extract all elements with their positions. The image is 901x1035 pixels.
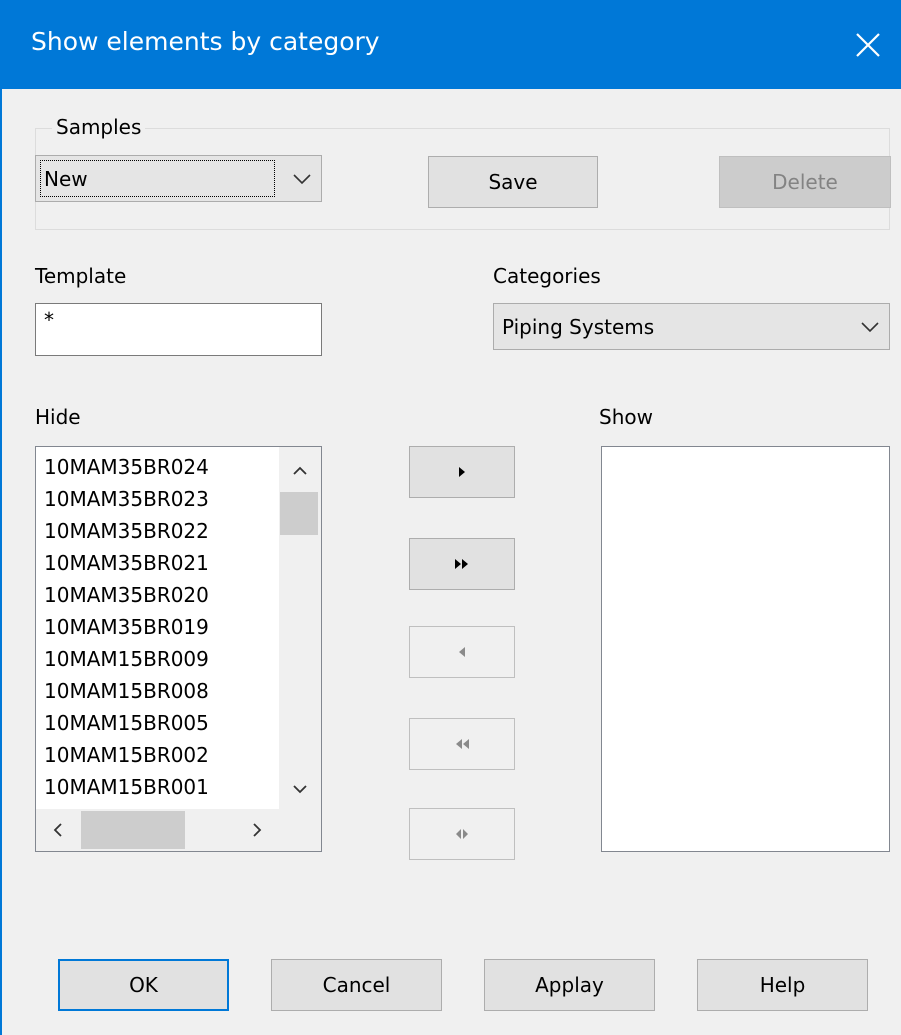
dialog-window: Show elements by category Samples New Sa… xyxy=(0,0,901,1035)
vertical-scrollbar[interactable] xyxy=(279,447,321,809)
list-item[interactable]: 10MAM35BR020 xyxy=(44,583,209,607)
swap-icon xyxy=(456,829,468,839)
list-item[interactable]: 10MAM15BR002 xyxy=(44,743,209,767)
categories-dropdown[interactable]: Piping Systems xyxy=(493,303,890,350)
close-icon xyxy=(856,32,880,57)
arrow-right-icon xyxy=(459,467,465,477)
show-label: Show xyxy=(599,405,653,429)
move-all-left-button[interactable] xyxy=(409,718,515,770)
template-label: Template xyxy=(35,264,127,288)
scroll-right-icon[interactable] xyxy=(249,822,265,838)
show-listbox[interactable] xyxy=(601,446,890,852)
help-button[interactable]: Help xyxy=(697,959,868,1011)
list-item[interactable]: 10MAM35BR024 xyxy=(44,455,209,479)
list-item[interactable]: 10MAM15BR008 xyxy=(44,679,209,703)
list-item[interactable]: 10MAM35BR021 xyxy=(44,551,209,575)
chevron-down-icon xyxy=(293,173,311,184)
move-selected-right-button[interactable] xyxy=(409,446,515,498)
close-button[interactable] xyxy=(833,0,901,89)
list-item[interactable]: 10MAM35BR022 xyxy=(44,519,209,543)
title-bar[interactable]: Show elements by category xyxy=(2,0,901,89)
cancel-button[interactable]: Cancel xyxy=(271,959,442,1011)
save-button[interactable]: Save xyxy=(428,156,598,208)
horizontal-scrollbar[interactable] xyxy=(36,809,279,851)
list-item[interactable]: 10MAM15BR009 xyxy=(44,647,209,671)
list-item[interactable]: 10MAM35BR019 xyxy=(44,615,209,639)
scroll-left-icon[interactable] xyxy=(50,822,66,838)
list-item[interactable]: 10MAM15BR005 xyxy=(44,711,209,735)
template-input-value: * xyxy=(44,308,54,332)
scrollbar-corner xyxy=(279,809,321,851)
chevron-down-icon xyxy=(861,321,879,332)
move-selected-left-button[interactable] xyxy=(409,626,515,678)
arrow-left-icon xyxy=(459,647,465,657)
vertical-scroll-thumb[interactable] xyxy=(280,492,318,535)
hide-listbox[interactable]: 10MAM35BR024 10MAM35BR023 10MAM35BR022 1… xyxy=(35,446,322,852)
window-title: Show elements by category xyxy=(31,27,380,56)
scroll-up-icon[interactable] xyxy=(292,463,308,479)
ok-button[interactable]: OK xyxy=(58,959,229,1011)
scroll-down-icon[interactable] xyxy=(292,781,308,797)
samples-dropdown[interactable]: New xyxy=(35,155,322,202)
hide-label: Hide xyxy=(35,405,81,429)
samples-group-label: Samples xyxy=(52,115,146,139)
move-all-right-button[interactable] xyxy=(409,538,515,590)
apply-button[interactable]: Applay xyxy=(484,959,655,1011)
list-item[interactable]: 10MAM15BR001 xyxy=(44,775,209,799)
delete-button[interactable]: Delete xyxy=(719,156,891,208)
swap-button[interactable] xyxy=(409,808,515,860)
list-item[interactable]: 10MAM35BR023 xyxy=(44,487,209,511)
categories-label: Categories xyxy=(493,264,601,288)
horizontal-scroll-thumb[interactable] xyxy=(81,811,185,849)
double-arrow-left-icon xyxy=(456,739,469,749)
template-input[interactable]: * xyxy=(35,303,322,356)
samples-selected-value: New xyxy=(44,166,88,191)
double-arrow-right-icon xyxy=(455,559,468,569)
categories-selected-value: Piping Systems xyxy=(502,314,655,339)
